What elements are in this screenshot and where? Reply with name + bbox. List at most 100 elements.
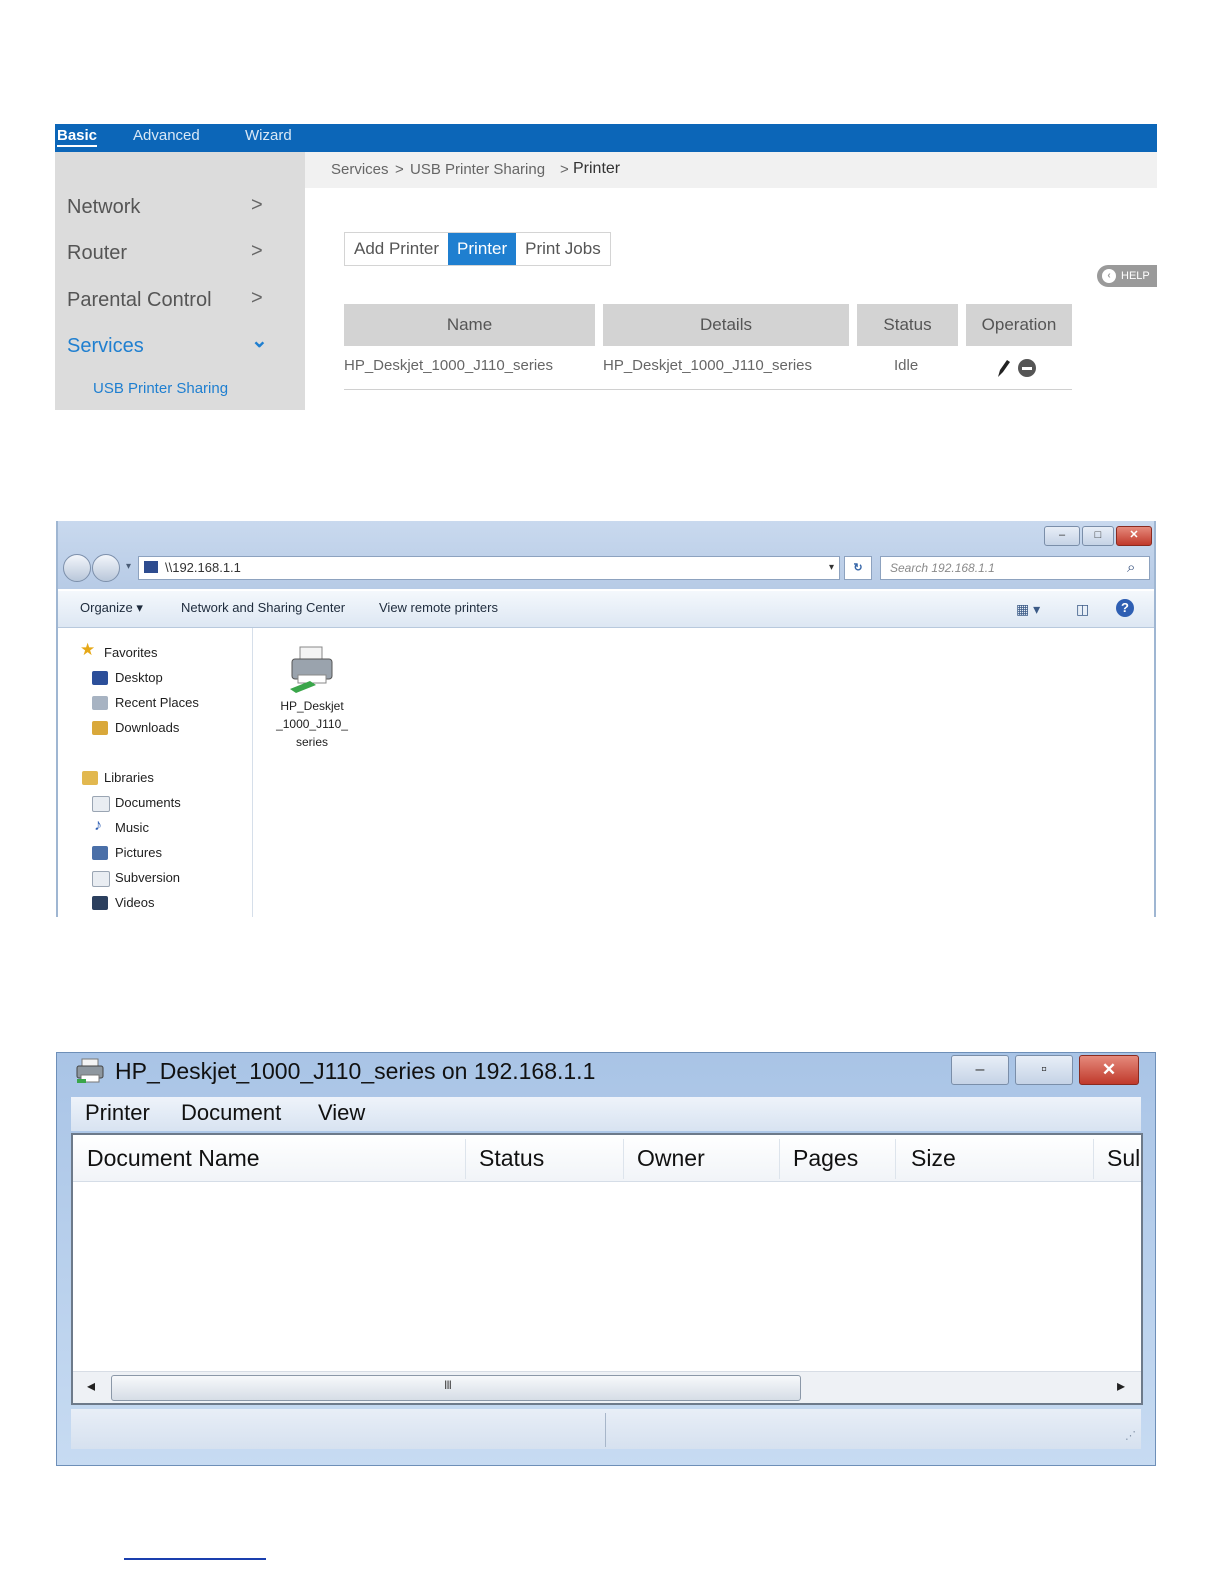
printer-label-line-1: HP_Deskjet <box>280 699 344 713</box>
nav-subversion[interactable]: Subversion <box>115 870 180 885</box>
printer-icon[interactable] <box>286 645 338 697</box>
view-options-icon[interactable]: ▦ ▾ <box>1016 601 1040 618</box>
pictures-icon <box>92 846 108 860</box>
column-header-submitted[interactable]: Sul <box>1107 1145 1140 1172</box>
print-queue-window: HP_Deskjet_1000_J110_series on 192.168.1… <box>56 1052 1156 1466</box>
help-icon[interactable]: ? <box>1116 599 1134 617</box>
star-icon: ★ <box>80 640 96 659</box>
preview-pane-icon[interactable]: ◫ <box>1076 601 1089 618</box>
nav-documents[interactable]: Documents <box>115 795 181 810</box>
status-divider <box>605 1413 606 1447</box>
row-divider <box>344 389 1072 390</box>
subversion-icon <box>92 871 110 887</box>
column-header-size[interactable]: Size <box>911 1145 956 1172</box>
footer-link-underline <box>124 1558 266 1560</box>
scrollbar-thumb[interactable]: III <box>111 1375 801 1401</box>
column-divider[interactable] <box>623 1139 624 1179</box>
column-header-document-name[interactable]: Document Name <box>87 1145 260 1172</box>
address-dropdown-icon[interactable]: ▾ <box>829 557 834 579</box>
forward-button[interactable] <box>92 554 120 582</box>
breadcrumb-separator: > <box>395 161 404 178</box>
search-placeholder: Search 192.168.1.1 <box>890 561 995 575</box>
breadcrumb-services[interactable]: Services <box>331 161 389 178</box>
back-button[interactable] <box>63 554 91 582</box>
menu-document[interactable]: Document <box>181 1100 281 1126</box>
breadcrumb-current: Printer <box>573 160 621 177</box>
sidebar-item-services[interactable]: Services <box>67 335 267 358</box>
tab-print-jobs[interactable]: Print Jobs <box>516 233 610 265</box>
router-admin-panel: Basic Advanced Wizard Network > Router >… <box>55 124 1157 414</box>
nav-recent-places[interactable]: Recent Places <box>115 695 199 710</box>
menu-bar: Printer Document View <box>71 1097 1141 1131</box>
chevron-right-icon: > <box>251 194 263 216</box>
search-icon[interactable]: ⌕ <box>1127 557 1135 579</box>
close-icon[interactable]: ✕ <box>1116 526 1152 546</box>
menu-printer[interactable]: Printer <box>85 1100 150 1126</box>
topnav-basic[interactable]: Basic <box>57 127 98 147</box>
printer-item-label[interactable]: HP_Deskjet _1000_J110_ series <box>270 697 354 751</box>
sidebar-subitem-usb-printer-sharing[interactable]: USB Printer Sharing <box>93 380 228 397</box>
breadcrumb-separator: > <box>560 161 569 178</box>
topnav-wizard[interactable]: Wizard <box>245 127 292 144</box>
menu-view[interactable]: View <box>318 1100 365 1126</box>
sidebar: Network > Router > Parental Control > Se… <box>55 152 305 410</box>
column-header-details: Details <box>603 304 849 346</box>
view-remote-printers-button[interactable]: View remote printers <box>379 600 498 615</box>
nav-videos[interactable]: Videos <box>115 895 155 910</box>
nav-desktop[interactable]: Desktop <box>115 670 163 685</box>
maximize-icon[interactable]: ▫ <box>1015 1055 1073 1085</box>
breadcrumb: Services > USB Printer Sharing > Printer <box>305 152 1157 188</box>
cell-printer-name: HP_Deskjet_1000_J110_series <box>344 357 554 374</box>
chevron-down-icon: ⌄ <box>251 330 268 352</box>
nav-downloads[interactable]: Downloads <box>115 720 179 735</box>
print-job-list[interactable]: Document Name Status Owner Pages Size Su… <box>71 1133 1143 1405</box>
horizontal-scrollbar[interactable]: ◂ III ▸ <box>73 1371 1141 1403</box>
close-icon[interactable]: ✕ <box>1079 1055 1139 1085</box>
videos-icon <box>92 896 108 910</box>
cell-printer-details: HP_Deskjet_1000_J110_series <box>603 357 813 374</box>
address-value: \\192.168.1.1 <box>165 560 241 575</box>
sidebar-item-router[interactable]: Router <box>67 242 267 265</box>
nav-pictures[interactable]: Pictures <box>115 845 162 860</box>
maximize-icon[interactable]: □ <box>1082 526 1114 546</box>
chevron-right-icon: > <box>251 287 263 309</box>
scroll-left-icon[interactable]: ◂ <box>87 1376 95 1396</box>
printer-icon <box>76 1058 104 1083</box>
recent-places-icon <box>92 696 108 710</box>
scroll-right-icon[interactable]: ▸ <box>1117 1376 1125 1396</box>
explorer-window: – □ ✕ ▾ \\192.168.1.1 ▾ ↻ Search 192.168… <box>56 521 1156 917</box>
column-header-owner[interactable]: Owner <box>637 1145 705 1172</box>
libraries-icon <box>82 771 98 785</box>
breadcrumb-usb-printer-sharing[interactable]: USB Printer Sharing <box>410 161 545 178</box>
column-divider[interactable] <box>895 1139 896 1179</box>
address-bar[interactable]: \\192.168.1.1 ▾ <box>138 556 840 580</box>
column-divider[interactable] <box>779 1139 780 1179</box>
column-header-pages[interactable]: Pages <box>793 1145 858 1172</box>
printer-label-line-3: series <box>295 735 328 749</box>
tab-add-printer[interactable]: Add Printer <box>345 233 448 265</box>
nav-libraries[interactable]: Libraries <box>104 770 154 785</box>
organize-button[interactable]: Organize ▾ <box>80 600 143 616</box>
sidebar-item-network[interactable]: Network <box>67 196 267 219</box>
command-bar: Organize ▾ Network and Sharing Center Vi… <box>58 591 1154 628</box>
column-header-status[interactable]: Status <box>479 1145 544 1172</box>
minimize-icon[interactable]: – <box>1044 526 1080 546</box>
tab-printer[interactable]: Printer <box>448 233 517 265</box>
topnav-advanced[interactable]: Advanced <box>133 127 200 144</box>
column-divider[interactable] <box>1093 1139 1094 1179</box>
column-header-name: Name <box>344 304 595 346</box>
chevron-left-icon: ‹ <box>1102 269 1116 283</box>
refresh-icon[interactable]: ↻ <box>844 556 872 580</box>
history-dropdown-icon[interactable]: ▾ <box>126 561 131 572</box>
delete-icon[interactable] <box>1017 358 1039 380</box>
search-input[interactable]: Search 192.168.1.1 ⌕ <box>880 556 1150 580</box>
nav-favorites[interactable]: Favorites <box>104 645 157 660</box>
network-sharing-center-button[interactable]: Network and Sharing Center <box>181 600 345 615</box>
help-button[interactable]: ‹ HELP <box>1097 265 1157 287</box>
resize-grip-icon[interactable]: ⋰ <box>1125 1429 1136 1442</box>
column-divider[interactable] <box>465 1139 466 1179</box>
minimize-icon[interactable]: – <box>951 1055 1009 1085</box>
music-icon: ♪ <box>94 817 102 834</box>
nav-music[interactable]: Music <box>115 820 149 835</box>
sidebar-item-parental-control[interactable]: Parental Control <box>67 289 267 312</box>
